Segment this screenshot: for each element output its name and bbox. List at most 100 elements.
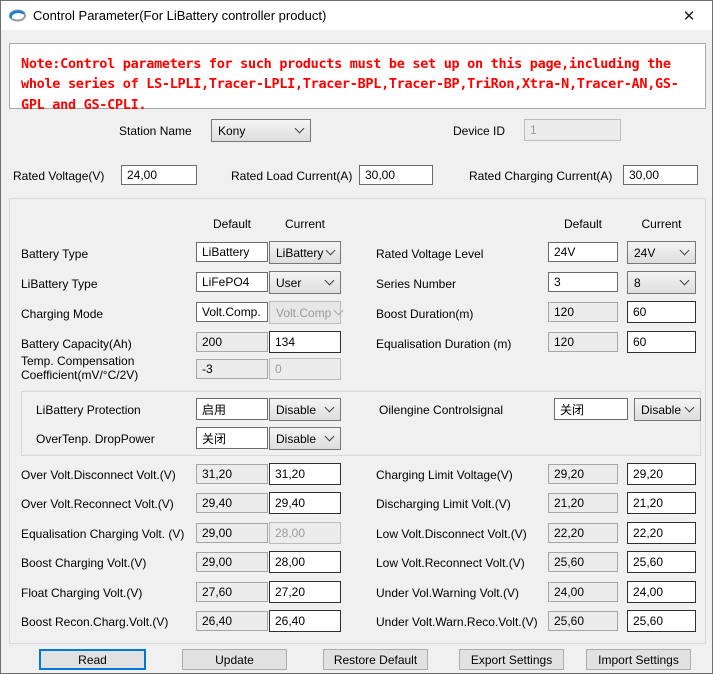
- battery-capacity-input[interactable]: 134: [269, 331, 341, 353]
- rated-load-current-field: 30,00: [359, 165, 433, 185]
- note-banner: Note:Control parameters for such product…: [9, 43, 706, 109]
- low-volt-disconnect-label: Low Volt.Disconnect Volt.(V): [376, 527, 527, 541]
- rated-voltage-level-select[interactable]: 24V: [627, 241, 696, 264]
- under-vol-warning-input[interactable]: 24,00: [627, 581, 696, 603]
- station-name-value: Kony: [218, 124, 245, 138]
- under-vol-warning-default: 24,00: [548, 582, 618, 602]
- charging-mode-default: Volt.Comp.: [196, 302, 268, 322]
- charging-limit-default: 29,20: [548, 464, 618, 484]
- series-number-default: 3: [548, 272, 618, 292]
- chevron-down-icon: [325, 432, 335, 442]
- boost-duration-input[interactable]: 60: [627, 301, 696, 323]
- battery-type-default: LiBattery: [196, 242, 268, 262]
- boost-charging-label: Boost Charging Volt.(V): [21, 556, 146, 570]
- libattery-protection-select[interactable]: Disable: [269, 398, 341, 421]
- battery-capacity-label: Battery Capacity(Ah): [21, 337, 132, 351]
- libattery-type-label: LiBattery Type: [21, 277, 98, 291]
- boost-recon-charg-label: Boost Recon.Charg.Volt.(V): [21, 615, 168, 629]
- rated-charging-current-field: 30,00: [623, 165, 698, 185]
- under-volt-warn-reco-label: Under Volt.Warn.Reco.Volt.(V): [376, 615, 538, 629]
- libattery-protection-default: 启用: [196, 398, 268, 420]
- default-header-left: Default: [196, 217, 268, 231]
- low-volt-reconnect-label: Low Volt.Reconnect Volt.(V): [376, 556, 525, 570]
- equalisation-duration-label: Equalisation Duration (m): [376, 337, 511, 351]
- temp-compensation-label: Temp. Compensation Coefficient(mV/°C/2V): [21, 354, 189, 382]
- over-volt-reconnect-label: Over Volt.Reconnect Volt.(V): [21, 497, 174, 511]
- boost-duration-default: 120: [548, 302, 618, 322]
- libattery-type-select[interactable]: User: [269, 271, 341, 294]
- series-number-current: 8: [634, 276, 641, 290]
- over-volt-disconnect-label: Over Volt.Disconnect Volt.(V): [21, 468, 176, 482]
- under-volt-warn-reco-input[interactable]: 25,60: [627, 610, 696, 632]
- overtemp-droppower-select[interactable]: Disable: [269, 427, 341, 450]
- restore-default-button[interactable]: Restore Default: [323, 649, 428, 670]
- boost-recon-charg-default: 26,40: [196, 611, 268, 631]
- low-volt-disconnect-input[interactable]: 22,20: [627, 522, 696, 544]
- over-volt-reconnect-input[interactable]: 29,40: [269, 492, 341, 514]
- over-volt-disconnect-input[interactable]: 31,20: [269, 463, 341, 485]
- low-volt-reconnect-input[interactable]: 25,60: [627, 551, 696, 573]
- series-number-select[interactable]: 8: [627, 271, 696, 294]
- chevron-down-icon: [325, 403, 335, 413]
- overtemp-droppower-default: 关闭: [196, 427, 268, 449]
- overtemp-droppower-label: OverTenp. DropPower: [36, 432, 155, 446]
- station-name-select[interactable]: Kony: [211, 119, 311, 142]
- charging-mode-select: Volt.Comp: [269, 301, 341, 324]
- low-volt-reconnect-default: 25,60: [548, 552, 618, 572]
- current-header-left: Current: [269, 217, 341, 231]
- rated-voltage-level-default: 24V: [548, 242, 618, 262]
- oilengine-select[interactable]: Disable: [634, 398, 701, 421]
- oilengine-default: 关闭: [554, 398, 628, 420]
- over-volt-reconnect-default: 29,40: [196, 493, 268, 513]
- chevron-down-icon: [295, 124, 305, 134]
- discharging-limit-label: Discharging Limit Volt.(V): [376, 497, 511, 511]
- chevron-down-icon: [680, 246, 690, 256]
- over-volt-disconnect-default: 31,20: [196, 464, 268, 484]
- equalisation-charging-label: Equalisation Charging Volt. (V): [21, 527, 184, 541]
- chevron-down-icon: [685, 403, 695, 413]
- rated-voltage-field: 24,00: [121, 165, 197, 185]
- libattery-type-default: LiFePO4: [196, 272, 268, 292]
- charging-limit-input[interactable]: 29,20: [627, 463, 696, 485]
- libattery-protection-label: LiBattery Protection: [36, 403, 141, 417]
- discharging-limit-input[interactable]: 21,20: [627, 492, 696, 514]
- device-id-field: 1: [524, 119, 621, 141]
- boost-duration-label: Boost Duration(m): [376, 307, 473, 321]
- battery-type-label: Battery Type: [21, 247, 88, 261]
- under-vol-warning-label: Under Vol.Warning Volt.(V): [376, 586, 519, 600]
- equalisation-charging-default: 29,00: [196, 523, 268, 543]
- charging-mode-current: Volt.Comp: [276, 306, 331, 320]
- default-header-right: Default: [548, 217, 618, 231]
- oilengine-label: Oilengine Controlsignal: [379, 403, 503, 417]
- rated-voltage-level-label: Rated Voltage Level: [376, 247, 483, 261]
- charging-mode-label: Charging Mode: [21, 307, 103, 321]
- equalisation-duration-default: 120: [548, 332, 618, 352]
- app-icon: [9, 8, 26, 23]
- under-volt-warn-reco-default: 25,60: [548, 611, 618, 631]
- temp-compensation-default: -3: [196, 359, 268, 379]
- temp-compensation-input: 0: [269, 358, 341, 380]
- import-settings-button[interactable]: Import Settings: [586, 649, 691, 670]
- rated-charging-current-label: Rated Charging Current(A): [469, 169, 612, 183]
- rated-load-current-label: Rated Load Current(A): [231, 169, 352, 183]
- read-button[interactable]: Read: [39, 649, 146, 670]
- rated-voltage-level-current: 24V: [634, 246, 655, 260]
- window-title: Control Parameter(For LiBattery controll…: [33, 8, 326, 23]
- battery-type-select[interactable]: LiBattery: [269, 241, 341, 264]
- charging-limit-label: Charging Limit Voltage(V): [376, 468, 513, 482]
- close-button[interactable]: ✕: [678, 5, 700, 27]
- oilengine-current: Disable: [641, 403, 681, 417]
- boost-recon-charg-input[interactable]: 26,40: [269, 610, 341, 632]
- chevron-down-icon: [680, 276, 690, 286]
- equalisation-duration-input[interactable]: 60: [627, 331, 696, 353]
- update-button[interactable]: Update: [182, 649, 287, 670]
- series-number-label: Series Number: [376, 277, 456, 291]
- device-id-label: Device ID: [453, 124, 505, 138]
- low-volt-disconnect-default: 22,20: [548, 523, 618, 543]
- export-settings-button[interactable]: Export Settings: [459, 649, 564, 670]
- overtemp-droppower-current: Disable: [276, 432, 316, 446]
- boost-charging-input[interactable]: 28,00: [269, 551, 341, 573]
- chevron-down-icon: [326, 246, 336, 256]
- boost-charging-default: 29,00: [196, 552, 268, 572]
- float-charging-input[interactable]: 27,20: [269, 581, 341, 603]
